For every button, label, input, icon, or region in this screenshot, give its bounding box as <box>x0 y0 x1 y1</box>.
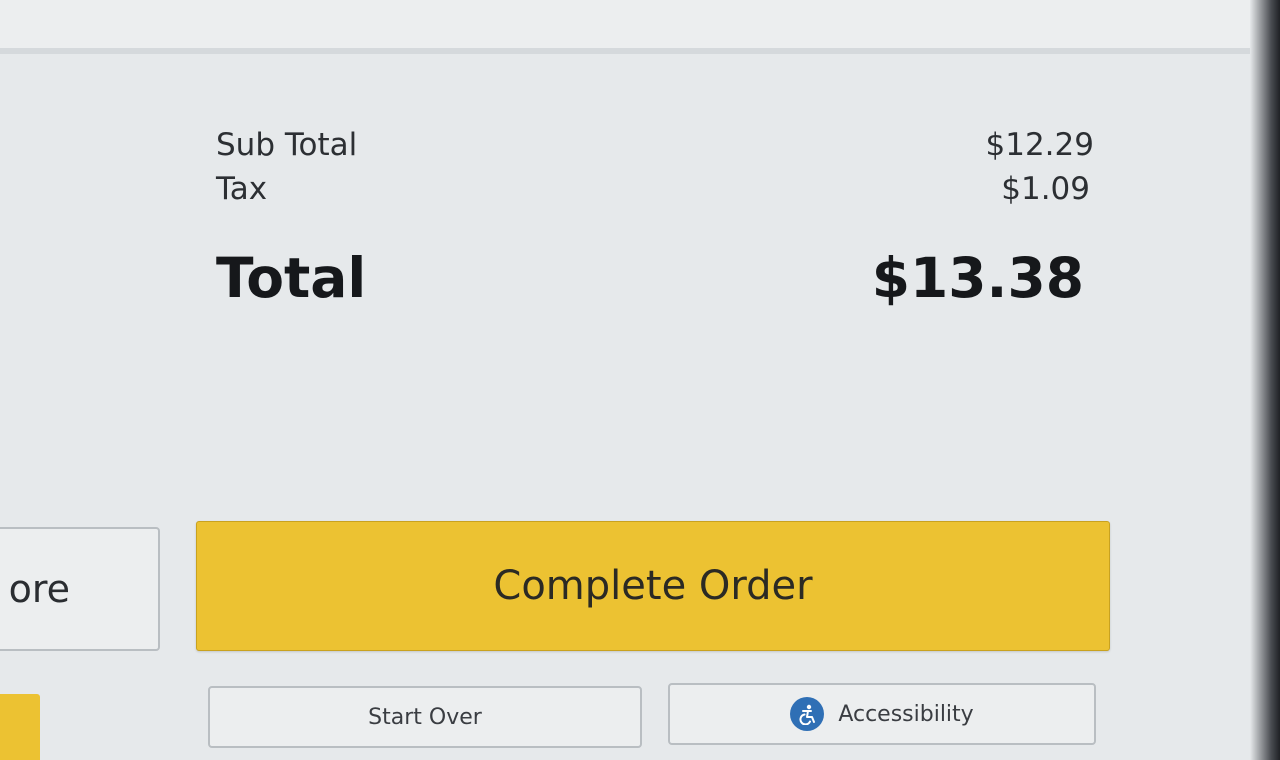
start-over-label: Start Over <box>368 704 482 730</box>
subtotal-label: Sub Total <box>216 127 358 163</box>
subtotal-row: Sub Total $12.29 <box>216 127 1094 163</box>
start-over-button[interactable]: Start Over <box>208 686 642 748</box>
complete-order-button[interactable]: Complete Order <box>196 521 1110 651</box>
total-value: $13.38 <box>871 246 1084 310</box>
tax-label: Tax <box>216 171 268 207</box>
tax-row: Tax $1.09 <box>216 171 1090 207</box>
accessibility-icon <box>790 697 825 731</box>
complete-order-label: Complete Order <box>493 563 813 609</box>
subtotal-value: $12.29 <box>985 127 1094 163</box>
top-bar <box>0 0 1280 54</box>
total-row: Total $13.38 <box>216 246 1084 310</box>
total-label: Total <box>216 246 367 310</box>
screen-bezel <box>1250 0 1280 760</box>
order-more-label: ore <box>8 567 70 611</box>
order-more-button[interactable]: ore <box>0 527 160 651</box>
accessibility-label: Accessibility <box>838 701 974 727</box>
kiosk-checkout-screen: Sub Total $12.29 Tax $1.09 Total $13.38 … <box>0 0 1280 760</box>
tax-value: $1.09 <box>1001 171 1090 207</box>
partial-yellow-button[interactable] <box>0 694 40 760</box>
accessibility-button[interactable]: Accessibility <box>668 683 1096 745</box>
